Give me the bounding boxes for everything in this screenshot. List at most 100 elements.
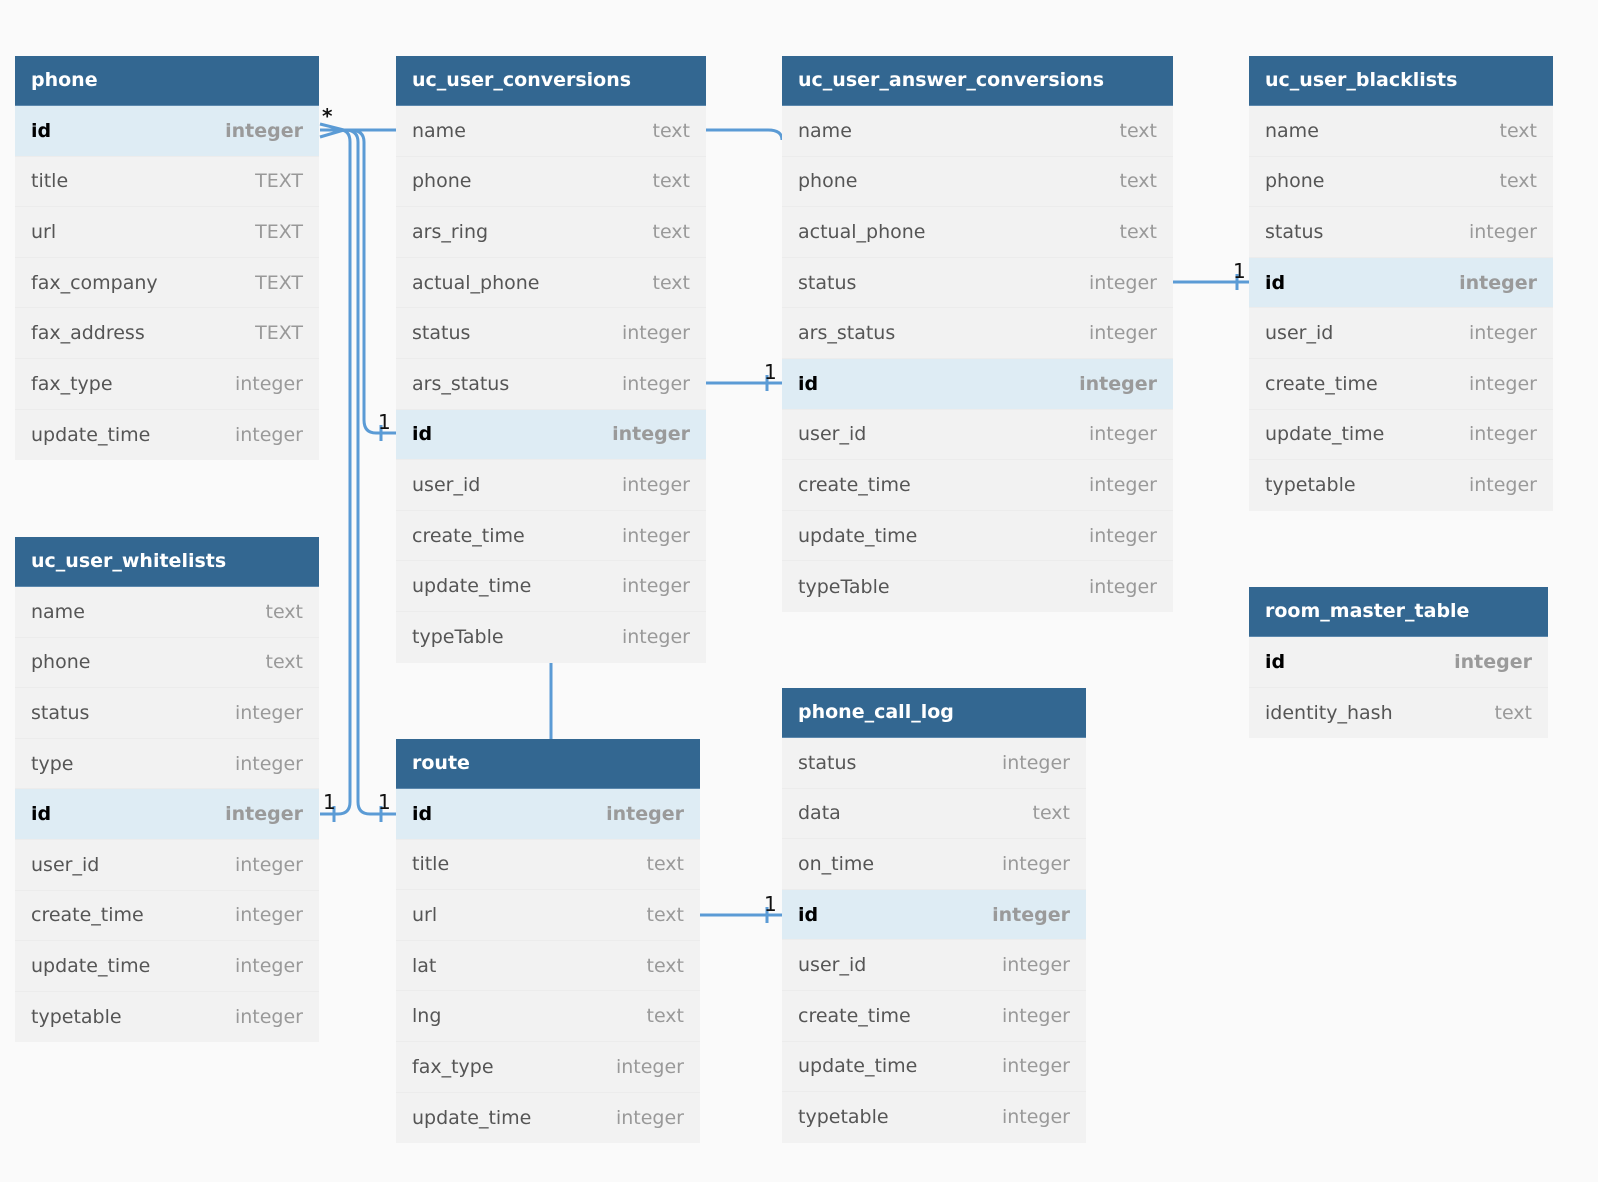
field-row[interactable]: user_id integer xyxy=(1249,308,1553,359)
field-row[interactable]: phone text xyxy=(782,157,1173,208)
field-row[interactable]: update_time integer xyxy=(15,410,319,461)
field-row[interactable]: fax_address TEXT xyxy=(15,308,319,359)
table-uc-user-answer-conversions[interactable]: uc_user_answer_conversions name text phone t… xyxy=(782,56,1173,612)
primary-key-row[interactable]: id integer xyxy=(396,789,700,840)
field-row[interactable]: update_time integer xyxy=(782,1042,1086,1093)
field-row[interactable]: phone text xyxy=(1249,157,1553,208)
field-row[interactable]: create_time integer xyxy=(1249,359,1553,410)
field-row[interactable]: typetable integer xyxy=(782,1092,1086,1143)
field-type: integer xyxy=(621,473,690,496)
field-row[interactable]: status integer xyxy=(782,738,1086,789)
field-row[interactable]: status integer xyxy=(1249,207,1553,258)
field-type: integer xyxy=(1001,954,1070,977)
field-row[interactable]: create_time integer xyxy=(782,991,1086,1042)
field-row[interactable]: user_id integer xyxy=(782,940,1086,991)
table-header[interactable]: uc_user_conversions xyxy=(396,56,706,106)
field-name: id xyxy=(412,802,433,825)
table-room-master-table[interactable]: room_master_table id integer identity_hash t… xyxy=(1249,587,1548,739)
field-row[interactable]: user_id integer xyxy=(15,840,319,891)
table-uc-user-whitelists[interactable]: uc_user_whitelists name text phone text statu… xyxy=(15,537,319,1043)
field-row[interactable]: status integer xyxy=(782,258,1173,309)
field-row[interactable]: ars_status integer xyxy=(782,308,1173,359)
field-row[interactable]: ars_ring text xyxy=(396,207,706,258)
field-row[interactable]: url text xyxy=(396,890,700,941)
field-row[interactable]: update_time integer xyxy=(782,511,1173,562)
field-row[interactable]: typetable integer xyxy=(1249,460,1553,511)
field-row[interactable]: name text xyxy=(396,106,706,157)
field-row[interactable]: create_time integer xyxy=(782,460,1173,511)
field-row[interactable]: status integer xyxy=(15,688,319,739)
primary-key-row[interactable]: id integer xyxy=(396,409,706,461)
field-name: status xyxy=(412,322,471,345)
field-type: text xyxy=(652,170,691,193)
table-route[interactable]: route id integer title text url text lat text lng… xyxy=(396,739,700,1144)
field-row[interactable]: update_time integer xyxy=(15,941,319,992)
cardinality-one-label: 1 xyxy=(323,790,336,814)
field-row[interactable]: typetable integer xyxy=(15,992,319,1043)
field-name: status xyxy=(798,751,857,774)
table-header[interactable]: route xyxy=(396,739,700,789)
table-phone[interactable]: phone id integer title TEXT url TEXT fax_compan… xyxy=(15,56,319,461)
field-row[interactable]: update_time integer xyxy=(1249,410,1553,461)
cardinality-one-label: 1 xyxy=(764,360,777,384)
field-row[interactable]: url TEXT xyxy=(15,207,319,258)
field-row[interactable]: phone text xyxy=(396,157,706,208)
field-row[interactable]: name text xyxy=(782,106,1173,157)
field-row[interactable]: title text xyxy=(396,840,700,891)
field-row[interactable]: lng text xyxy=(396,991,700,1042)
field-name: user_id xyxy=(31,853,100,876)
table-header[interactable]: phone_call_log xyxy=(782,688,1086,738)
field-type: integer xyxy=(621,626,690,649)
table-phone-call-log[interactable]: phone_call_log status integer data text on_ti… xyxy=(782,688,1086,1143)
table-uc-user-conversions[interactable]: uc_user_conversions name text phone text ars_… xyxy=(396,56,706,663)
field-row[interactable]: type integer xyxy=(15,739,319,790)
table-header[interactable]: phone xyxy=(15,56,319,106)
field-row[interactable]: fax_type integer xyxy=(396,1042,700,1093)
field-row[interactable]: actual_phone text xyxy=(782,207,1173,258)
field-row[interactable]: identity_hash text xyxy=(1249,688,1548,739)
primary-key-row[interactable]: id integer xyxy=(782,358,1173,410)
field-row[interactable]: user_id integer xyxy=(782,410,1173,461)
table-uc-user-blacklists[interactable]: uc_user_blacklists name text phone text statu… xyxy=(1249,56,1553,511)
table-header[interactable]: room_master_table xyxy=(1249,587,1548,637)
field-row[interactable]: on_time integer xyxy=(782,839,1086,890)
field-row[interactable]: fax_type integer xyxy=(15,359,319,410)
field-type: integer xyxy=(1088,423,1157,446)
field-row[interactable]: actual_phone text xyxy=(396,258,706,309)
table-header[interactable]: uc_user_whitelists xyxy=(15,537,319,587)
field-row[interactable]: update_time integer xyxy=(396,1093,700,1144)
field-name: fax_address xyxy=(31,322,145,345)
field-row[interactable]: ars_status integer xyxy=(396,359,706,410)
field-row[interactable]: title TEXT xyxy=(15,157,319,208)
field-name: fax_type xyxy=(412,1055,494,1078)
field-type: integer xyxy=(1088,524,1157,547)
primary-key-row[interactable]: id integer xyxy=(15,789,319,840)
field-row[interactable]: name text xyxy=(1249,106,1553,157)
field-row[interactable]: data text xyxy=(782,789,1086,840)
field-name: id xyxy=(1265,271,1286,294)
field-row[interactable]: id integer xyxy=(1249,637,1548,688)
field-type: integer xyxy=(234,752,303,775)
field-row[interactable]: fax_company TEXT xyxy=(15,258,319,309)
field-row[interactable]: create_time integer xyxy=(396,511,706,562)
field-row[interactable]: status integer xyxy=(396,308,706,359)
field-row[interactable]: update_time integer xyxy=(396,561,706,612)
primary-key-row[interactable]: id integer xyxy=(15,106,319,157)
field-row[interactable]: phone text xyxy=(15,638,319,689)
field-type: integer xyxy=(1079,372,1157,395)
field-type: integer xyxy=(1459,271,1537,294)
field-row[interactable]: typeTable integer xyxy=(782,561,1173,612)
field-name: ars_status xyxy=(412,372,510,395)
table-header[interactable]: uc_user_blacklists xyxy=(1249,56,1553,106)
field-row[interactable]: typeTable integer xyxy=(396,612,706,663)
field-row[interactable]: user_id integer xyxy=(396,460,706,511)
primary-key-row[interactable]: id integer xyxy=(1249,257,1553,309)
field-type: text xyxy=(652,271,691,294)
field-type: integer xyxy=(1454,650,1532,673)
field-type: text xyxy=(646,954,685,977)
primary-key-row[interactable]: id integer xyxy=(782,889,1086,941)
field-row[interactable]: name text xyxy=(15,587,319,638)
field-row[interactable]: lat text xyxy=(396,941,700,992)
table-header[interactable]: uc_user_answer_conversions xyxy=(782,56,1173,106)
field-row[interactable]: create_time integer xyxy=(15,891,319,942)
